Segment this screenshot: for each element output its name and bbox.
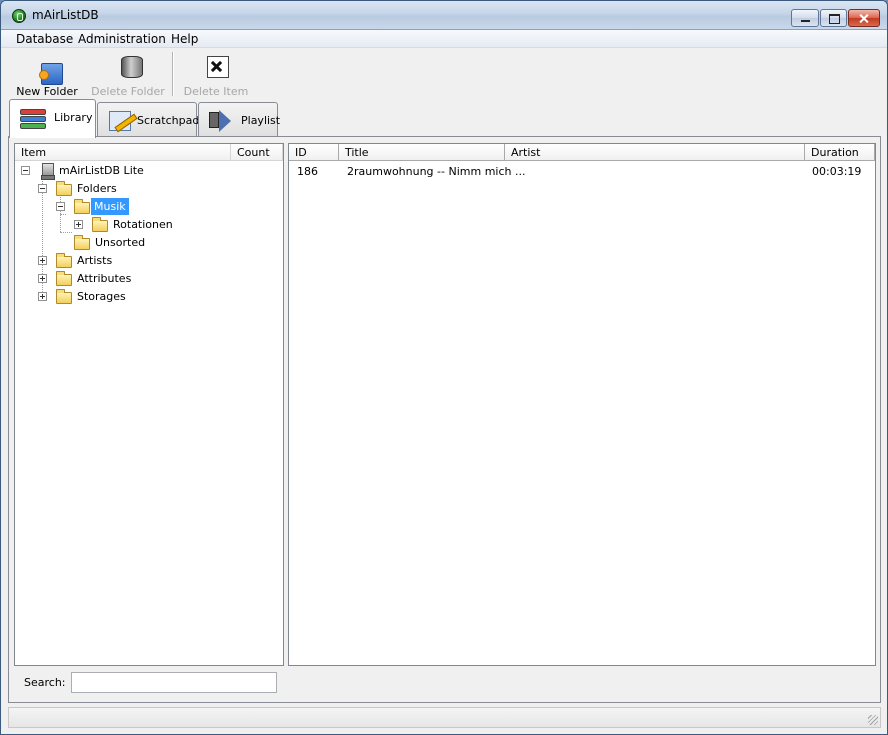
tree-node-musik[interactable]: Musik (15, 198, 283, 216)
app-icon (12, 9, 26, 23)
tree-node-label-selected: Musik (91, 198, 129, 215)
folder-icon (56, 253, 72, 268)
cell-title: 2raumwohnung -- Nimm mich ... (347, 165, 526, 178)
tab-scratchpad-label: Scratchpad (137, 114, 200, 127)
folder-icon (92, 217, 108, 232)
delete-item-icon (207, 56, 229, 78)
tab-scratchpad[interactable]: Scratchpad (97, 102, 200, 137)
window-title: mAirListDB (32, 8, 99, 22)
collapse-icon[interactable] (21, 166, 30, 175)
new-folder-icon (39, 63, 63, 85)
collapse-icon[interactable] (56, 202, 65, 211)
new-folder-label: New Folder (16, 85, 78, 98)
pencil-icon (106, 109, 134, 133)
tab-library[interactable]: Library (9, 99, 96, 138)
column-header-title[interactable]: Title (339, 144, 505, 161)
resize-grip-icon[interactable] (868, 715, 878, 725)
search-label: Search: (24, 676, 66, 689)
column-header-id[interactable]: ID (289, 144, 339, 161)
status-bar (8, 707, 881, 728)
column-header-duration-label: Duration (811, 146, 859, 159)
folder-icon (56, 181, 72, 196)
folder-icon (74, 235, 90, 250)
cell-id: 186 (297, 165, 318, 178)
main-window: mAirListDB Database Administration Help … (0, 0, 888, 735)
tree-node-attributes[interactable]: Attributes (15, 270, 283, 288)
delete-item-label: Delete Item (183, 85, 249, 98)
folder-icon (56, 271, 72, 286)
speaker-icon (207, 109, 235, 133)
toolbar-separator (172, 52, 174, 96)
collapse-icon[interactable] (38, 184, 47, 193)
tree-node-unsorted[interactable]: Unsorted (15, 234, 283, 252)
folder-tree[interactable]: Item Count mAirListDB Lite Folders Musik… (14, 143, 284, 666)
toolbar: New Folder Delete Folder Delete Item (1, 48, 887, 98)
title-bar[interactable]: mAirListDB (1, 1, 887, 30)
expand-icon[interactable] (74, 220, 83, 229)
column-header-count[interactable]: Count (231, 144, 283, 161)
menu-administration[interactable]: Administration (78, 32, 166, 46)
table-row[interactable]: 186 2raumwohnung -- Nimm mich ... 00:03:… (289, 161, 875, 179)
tree-node-label: Attributes (77, 272, 132, 285)
minimize-button[interactable] (791, 9, 819, 27)
tree-node-label: Unsorted (95, 236, 146, 249)
item-list[interactable]: ID Title Artist Duration 186 2raumwohnun… (288, 143, 876, 666)
tab-playlist[interactable]: Playlist (198, 102, 281, 137)
tab-bar: Library Scratchpad Playlist (1, 98, 887, 138)
database-icon (121, 56, 143, 78)
library-tab-content: Item Count mAirListDB Lite Folders Musik… (8, 136, 881, 703)
tree-node-rotationen[interactable]: Rotationen (15, 216, 283, 234)
cell-duration: 00:03:19 (812, 165, 862, 178)
column-header-count-label: Count (237, 146, 270, 159)
expand-icon[interactable] (38, 256, 47, 265)
menu-bar: Database Administration Help (1, 30, 887, 48)
delete-item-button[interactable]: Delete Item (181, 54, 251, 100)
folder-icon (56, 289, 72, 304)
column-header-title-label: Title (345, 146, 369, 159)
expand-icon[interactable] (38, 274, 47, 283)
maximize-button[interactable] (820, 9, 847, 27)
column-header-item-label: Item (21, 146, 47, 159)
column-header-artist-label: Artist (511, 146, 541, 159)
tree-node-root[interactable]: mAirListDB Lite (15, 162, 283, 180)
delete-folder-label: Delete Folder (91, 85, 165, 98)
tree-node-folders[interactable]: Folders (15, 180, 283, 198)
menu-database[interactable]: Database (16, 32, 73, 46)
books-icon (18, 106, 46, 130)
folder-icon (74, 199, 90, 214)
close-button[interactable] (848, 9, 880, 27)
tree-node-label: Artists (77, 254, 113, 267)
column-header-item[interactable]: Item (15, 144, 231, 161)
tree-node-artists[interactable]: Artists (15, 252, 283, 270)
delete-folder-button[interactable]: Delete Folder (91, 54, 165, 100)
tree-node-label: Folders (77, 182, 117, 195)
column-header-id-label: ID (295, 146, 307, 159)
new-folder-button[interactable]: New Folder (13, 54, 81, 100)
search-input[interactable] (71, 672, 277, 693)
expand-icon[interactable] (38, 292, 47, 301)
column-header-duration[interactable]: Duration (805, 144, 875, 161)
computer-icon (41, 163, 55, 180)
tree-node-label: mAirListDB Lite (59, 164, 144, 177)
menu-help[interactable]: Help (171, 32, 198, 46)
column-header-artist[interactable]: Artist (505, 144, 805, 161)
tab-playlist-label: Playlist (241, 114, 281, 127)
tab-library-label: Library (54, 111, 93, 124)
tree-node-label: Rotationen (113, 218, 173, 231)
tree-node-storages[interactable]: Storages (15, 288, 283, 306)
tree-node-label: Storages (77, 290, 126, 303)
